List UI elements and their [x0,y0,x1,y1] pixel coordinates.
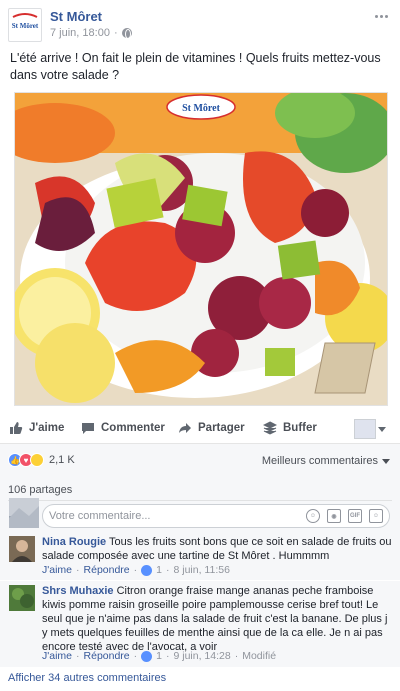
comment-button[interactable]: Commenter [81,421,165,435]
meta-separator: · [113,27,118,39]
comment-sort-label: Meilleurs commentaires [261,455,378,467]
more-comments-link[interactable]: Afficher 34 autres commentaires [8,672,166,684]
more-dots-icon[interactable] [372,10,390,22]
comment-like-count: 1 [156,564,162,576]
reaction-count: 2,1 K [49,454,75,466]
comment-actions: J'aime · Répondre · 1 · 9 juin, 14:28 · … [42,650,277,662]
comment-reply-link[interactable]: Répondre [84,650,130,662]
reaction-summary[interactable]: 👍 ♥ 2,1 K [8,453,75,467]
comment-label: Commenter [101,422,165,434]
avatar-image [9,498,39,528]
comment-like-link[interactable]: J'aime [42,650,72,662]
logo-wordmark: St Môret [12,22,39,30]
post-meta: 7 juin, 18:00 · [50,27,132,39]
share-arrow-icon [179,423,191,433]
avatar[interactable] [9,585,35,611]
avatar[interactable] [9,536,35,562]
buffer-stack-icon [263,421,277,435]
page-name[interactable]: St Môret [50,9,102,24]
comment-time[interactable]: 8 juin, 11:56 [173,564,229,576]
post-text: L'été arrive ! On fait le plein de vitam… [10,51,381,82]
comment-body: Shrs Muhaxie Citron orange fraise mange … [42,584,392,654]
post-header: St Môret St Môret 7 juin, 18:00 · [0,0,400,46]
avatar [9,498,39,528]
comment-sort-dropdown[interactable]: Meilleurs commentaires [262,455,390,467]
emoji-icon[interactable]: ☺ [306,509,320,523]
thumbs-up-icon [10,422,23,434]
share-count[interactable]: 106 partages [8,484,72,496]
share-label: Partager [198,422,245,434]
comment-author[interactable]: Nina Rougie [42,536,106,548]
comment-body: Nina Rougie Tous les fruits sont bons qu… [42,535,392,563]
page-thumbnail [354,419,376,439]
speech-bubble-icon [82,423,94,434]
wow-reaction-icon [30,453,44,467]
comment-edited[interactable]: Modifié [242,650,276,662]
comment-author[interactable]: Shrs Muhaxie [42,585,114,597]
comment-like-link[interactable]: J'aime [42,564,72,576]
comment-actions: J'aime · Répondre · 1 · 8 juin, 11:56 [42,564,230,576]
share-as-selector[interactable] [354,419,386,439]
comment-time[interactable]: 9 juin, 14:28 [173,650,230,662]
st-moret-logo: St Môret [12,13,39,30]
buffer-button[interactable]: Buffer [263,421,317,435]
avatar-image [9,585,35,611]
image-logo-text: St Môret [182,103,221,114]
avatar-image [9,536,35,562]
comment-placeholder: Votre commentaire... [49,510,151,522]
action-bar: J'aime Commenter Partager Buffer [0,414,400,444]
like-reaction-icon [141,564,153,576]
like-reaction-icon [141,650,153,662]
post-image[interactable]: St Môret [14,92,388,406]
buffer-label: Buffer [283,422,317,434]
gif-icon[interactable]: GIF [348,509,362,523]
globe-icon [121,28,132,39]
comment-input[interactable]: Votre commentaire... ☺ ◉ GIF ☺ [42,504,390,528]
like-label: J'aime [29,422,65,434]
divider [8,500,392,501]
chevron-down-icon [382,458,390,464]
comment: Nina Rougie Tous les fruits sont bons qu… [0,530,400,580]
composer-icons: ☺ ◉ GIF ☺ [306,509,383,523]
post-timestamp[interactable]: 7 juin, 18:00 [50,27,110,39]
like-button[interactable]: J'aime [9,421,64,435]
fruit-salad-photo: St Môret [15,93,387,405]
sticker-icon[interactable]: ☺ [369,509,383,523]
page-logo[interactable]: St Môret [8,8,42,42]
camera-icon[interactable]: ◉ [327,509,341,523]
comment-like-count: 1 [156,650,162,662]
comment: Shrs Muhaxie Citron orange fraise mange … [0,581,400,667]
chevron-down-icon [378,426,386,432]
share-button[interactable]: Partager [178,421,245,435]
comment-reply-link[interactable]: Répondre [84,564,130,576]
